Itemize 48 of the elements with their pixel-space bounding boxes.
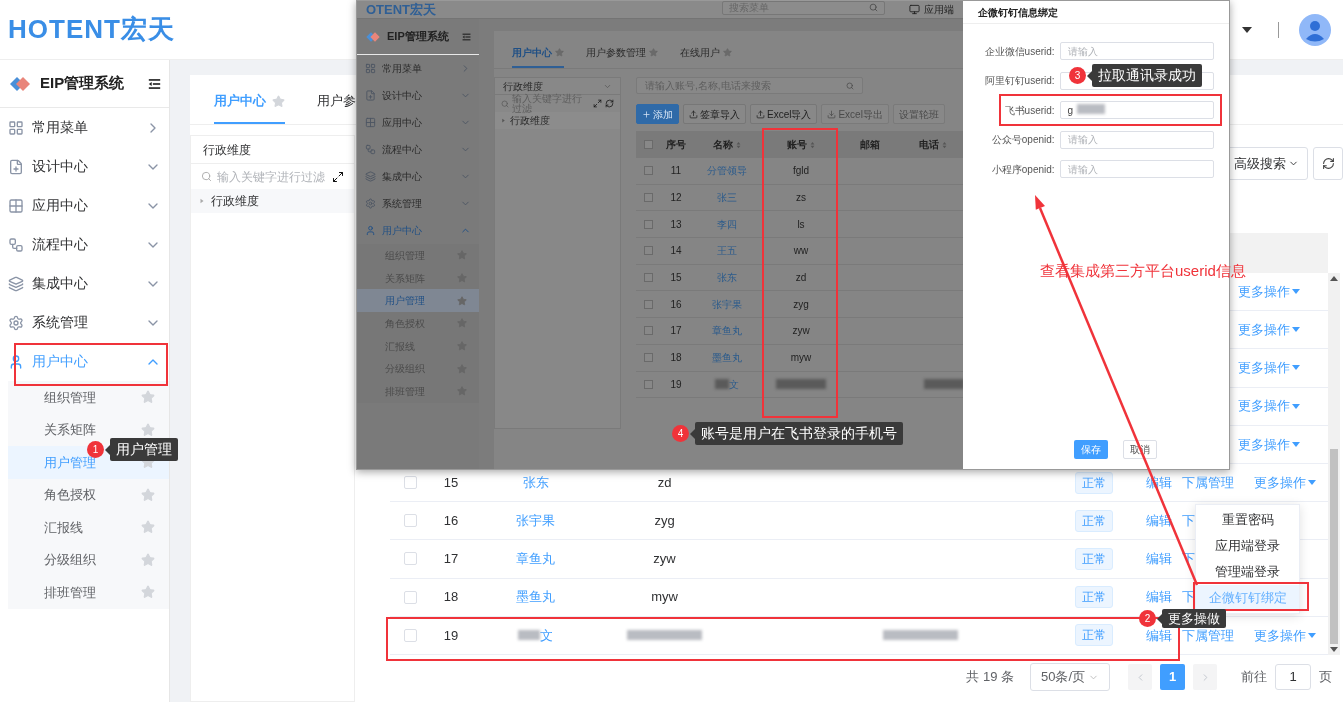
- field-label: 小程序openid:: [990, 162, 1056, 177]
- status-tag: 正常: [1075, 624, 1113, 647]
- app-title: EIP管理系统: [40, 73, 125, 94]
- callout-tooltip: 账号是用户在飞书登录的手机号: [690, 422, 903, 445]
- table-cell-text: 12: [670, 191, 682, 206]
- status-tag: 正常: [1075, 586, 1113, 609]
- table-cell-text: myw: [651, 588, 678, 607]
- field-label: 飞书userid:: [1003, 103, 1056, 118]
- table-cell-text: 13: [670, 217, 682, 232]
- callout-tooltip: 用户管理: [105, 438, 178, 461]
- brand-logo: OTENT宏天: [366, 3, 437, 16]
- table-cell-text: 18: [670, 351, 682, 366]
- table-cell-text: zd: [795, 271, 807, 286]
- table-cell-text: 19: [443, 626, 459, 645]
- table-cell-text: 16: [670, 297, 682, 312]
- table-cell-text: zs: [796, 191, 806, 206]
- dialog-title: 企微钉钉信息绑定: [977, 5, 1058, 20]
- table-cell-text: 11: [670, 164, 682, 179]
- field-label: 企业微信userid:: [983, 44, 1056, 59]
- table-cell-text: 19: [670, 377, 682, 392]
- callout-tooltip: 更多操做: [1157, 609, 1226, 628]
- status-tag: 正常: [1075, 547, 1113, 570]
- field-label: 公众号openid:: [990, 133, 1056, 147]
- table-cell-text: 17: [670, 324, 682, 339]
- table-cell-text: ls: [797, 217, 805, 232]
- table-cell-text: 17: [443, 550, 459, 569]
- page-unit-label: 页: [1319, 668, 1332, 687]
- total-count: 共 19 条: [966, 668, 1014, 687]
- status-tag: 正常: [1075, 509, 1113, 532]
- table-cell-text: 14: [670, 244, 682, 259]
- table-cell-text: zyg: [793, 297, 809, 312]
- table-cell-text: zd: [657, 473, 672, 492]
- table-cell-text: 16: [443, 511, 459, 530]
- brand-logo: HOTENT宏天: [8, 13, 175, 46]
- goto-label: 前往: [1241, 668, 1267, 687]
- callout-tooltip: 拉取通讯录成功: [1087, 64, 1202, 87]
- table-cell-text: 18: [443, 588, 459, 607]
- table-cell-text: zyg: [654, 511, 675, 530]
- table-cell-text: zyw: [653, 550, 676, 569]
- table-cell-text: ww: [793, 244, 809, 259]
- table-cell-text: 15: [443, 473, 459, 492]
- table-cell-text: 15: [670, 271, 682, 286]
- table-cell-text: fgld: [792, 164, 810, 179]
- status-tag: 正常: [1075, 471, 1113, 494]
- table-cell-text: myw: [790, 351, 812, 366]
- app-title: EIP管理系统: [387, 29, 449, 45]
- table-cell-text: zyw: [792, 324, 810, 339]
- field-label: 阿里钉钉userid:: [983, 74, 1056, 88]
